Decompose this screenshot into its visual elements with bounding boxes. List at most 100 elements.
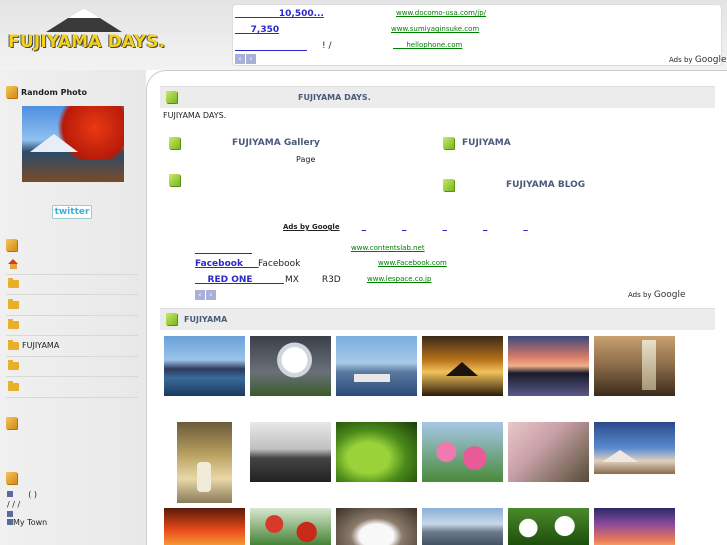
folder-icon — [8, 339, 19, 350]
ad-row[interactable]: 7,350 www.sumiyaginsuke.com — [233, 25, 721, 37]
ads-by-google[interactable]: Ads by Google — [669, 55, 727, 65]
ad-row[interactable]: ! / hellophone.com — [233, 41, 721, 53]
sidebar-item[interactable] — [6, 377, 138, 398]
gallery-link[interactable]: FUJIYAMA Gallery — [169, 137, 320, 149]
ad-link[interactable] — [402, 223, 406, 231]
ad-title[interactable]: 10,500... — [235, 9, 324, 19]
sidebar-menu: FUJIYAMA — [6, 254, 138, 398]
sidebar-link[interactable]: ( ) — [7, 490, 37, 499]
box-icon — [169, 137, 180, 149]
logo-text: FUJIYAMA DAYS. — [8, 32, 166, 52]
photo-thumbnail[interactable] — [508, 336, 589, 396]
sidebar-item[interactable] — [6, 357, 138, 377]
box-icon — [443, 179, 454, 191]
photo-thumbnail[interactable] — [164, 508, 245, 545]
photo-thumbnail[interactable] — [177, 422, 232, 503]
section-title: FUJIYAMA — [184, 315, 228, 324]
ad-url[interactable]: www.Facebook.com — [378, 259, 447, 267]
ad-row[interactable]: Facebook Facebook www.Facebook.com — [195, 259, 595, 271]
page-title: FUJIYAMA DAYS. — [298, 93, 371, 102]
sidebar-link-my-town[interactable]: My Town — [7, 518, 47, 527]
ad-row[interactable]: RED ONE MX R3D www.lespace.co.jp — [195, 275, 595, 287]
box-icon — [169, 174, 180, 186]
photo-thumbnail[interactable] — [336, 422, 417, 482]
fujiyama-link[interactable]: FUJIYAMA — [443, 137, 511, 149]
photo-thumbnail[interactable] — [250, 336, 331, 396]
sidebar-item[interactable] — [6, 275, 138, 295]
sidebar-item[interactable] — [6, 295, 138, 316]
box-icon — [6, 417, 17, 429]
sidebar-text: / / / — [7, 500, 21, 509]
photo-thumbnail[interactable] — [422, 508, 503, 545]
photo-thumbnail[interactable] — [164, 336, 245, 396]
chevron-right-icon[interactable]: › — [206, 290, 216, 300]
main-content: FUJIYAMA DAYS. FUJIYAMA DAYS. FUJIYAMA G… — [146, 70, 727, 545]
fujiyama-section-bar: FUJIYAMA — [160, 308, 715, 330]
photo-thumbnail[interactable] — [336, 508, 417, 545]
twitter-button[interactable]: twitter — [52, 205, 92, 219]
sidebar-item-fujiyama[interactable]: FUJIYAMA — [6, 336, 138, 357]
box-icon — [166, 313, 177, 325]
ad-link[interactable] — [523, 223, 527, 231]
site-logo[interactable]: FUJIYAMA DAYS. — [6, 6, 165, 56]
chevron-right-icon[interactable]: › — [246, 54, 256, 64]
bullet-icon — [7, 511, 13, 517]
photo-thumbnail[interactable] — [508, 422, 589, 482]
photo-thumbnail[interactable] — [508, 508, 589, 545]
ad-nav: ‹ › — [235, 54, 257, 64]
ad-text: Facebook — [258, 259, 301, 269]
ad-link[interactable] — [442, 223, 446, 231]
ad-url[interactable]: www.docomo-usa.com/jp/ — [396, 9, 486, 17]
ad-nav: ‹ › — [195, 290, 217, 300]
photo-thumbnail[interactable] — [250, 508, 331, 545]
ad-title[interactable] — [195, 244, 252, 254]
box-icon — [6, 86, 17, 98]
top-ad-block: 10,500... www.docomo-usa.com/jp/ 7,350 w… — [232, 4, 727, 66]
sidebar: Random Photo twitter FUJIYAMA ( ) / / / … — [0, 70, 146, 545]
link-item[interactable] — [169, 174, 180, 186]
section-heading — [6, 472, 17, 484]
photo-thumbnail[interactable] — [422, 422, 503, 482]
ad-title[interactable]: 7,350 — [235, 25, 279, 35]
ad-url[interactable]: www.sumiyaginsuke.com — [391, 25, 479, 33]
ads-by-google-link[interactable]: Ads by Google — [283, 223, 340, 231]
ad-text: ! / — [322, 41, 335, 51]
site-heading-bar: FUJIYAMA DAYS. — [160, 86, 715, 108]
ad-url[interactable]: hellophone.com — [393, 41, 462, 49]
ad-row[interactable]: 10,500... www.docomo-usa.com/jp/ — [233, 9, 721, 21]
photo-thumbnail[interactable] — [594, 336, 675, 396]
blog-link[interactable]: FUJIYAMA BLOG — [443, 179, 585, 191]
bullet-icon — [7, 491, 13, 497]
intro-text: FUJIYAMA DAYS. — [163, 111, 227, 120]
random-photo[interactable] — [22, 106, 124, 182]
ads-by-google[interactable]: Ads by Google — [628, 290, 686, 300]
chevron-left-icon[interactable]: ‹ — [195, 290, 205, 300]
folder-icon — [8, 278, 19, 289]
ad-row[interactable]: www.contentslab.net — [195, 244, 595, 256]
box-icon — [6, 472, 17, 484]
photo-thumbnail[interactable] — [250, 422, 331, 482]
section-heading — [6, 417, 17, 429]
ad-url[interactable]: www.contentslab.net — [351, 244, 425, 252]
ad-title[interactable]: Facebook — [195, 259, 259, 269]
sidebar-item[interactable] — [6, 316, 138, 336]
ad-link[interactable] — [483, 223, 487, 231]
photo-thumbnail[interactable] — [422, 336, 503, 396]
ad-title[interactable]: RED ONE — [195, 275, 284, 285]
photo-thumbnail[interactable] — [594, 508, 675, 545]
ad-title[interactable] — [235, 41, 307, 51]
menu-heading — [6, 239, 17, 251]
folder-icon — [8, 360, 19, 371]
sidebar-item-home[interactable] — [6, 254, 138, 275]
folder-icon — [8, 319, 19, 330]
photo-thumbnail[interactable] — [336, 336, 417, 396]
chevron-left-icon[interactable]: ‹ — [235, 54, 245, 64]
folder-icon — [8, 380, 19, 391]
box-icon — [6, 239, 17, 251]
ad-text: MX R3D — [285, 275, 341, 285]
ad-link[interactable] — [362, 223, 366, 231]
ad-url[interactable]: www.lespace.co.jp — [367, 275, 431, 283]
header: FUJIYAMA DAYS. 10,500... www.docomo-usa.… — [0, 0, 727, 70]
folder-icon — [8, 298, 19, 309]
photo-thumbnail[interactable] — [594, 422, 675, 474]
